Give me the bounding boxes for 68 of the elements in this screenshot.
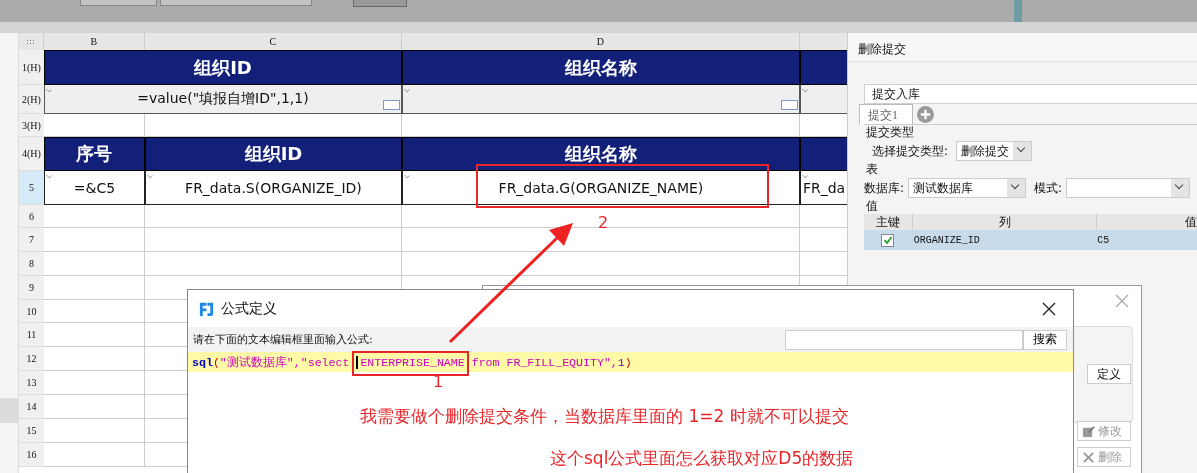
cell-text: 序号 [76, 142, 113, 166]
column-header: 值 [1184, 214, 1197, 230]
row-header[interactable]: 11 [18, 323, 44, 347]
annotation-note: 我需要做个删除提交条件，当数据库里面的 1=2 时就不可以提交 [360, 405, 849, 428]
field-label: 选择提交类型: [872, 142, 949, 160]
field-label: 数据库: [864, 179, 905, 197]
row-header[interactable]: 14 [18, 395, 44, 419]
name-field[interactable]: 提交入库 [864, 84, 1197, 104]
search-button[interactable]: 搜索 [1023, 329, 1067, 350]
widget-icon [780, 100, 798, 110]
toolbar-button[interactable] [353, 0, 407, 7]
side-tab[interactable] [0, 398, 18, 423]
cell-text: =&C5 [73, 179, 116, 196]
row-header[interactable]: 7 [18, 228, 44, 252]
row-header[interactable]: 4(H) [18, 137, 44, 171]
dialog-title: 公式定义 [221, 299, 277, 318]
section-label: 表 [866, 162, 879, 177]
add-icon[interactable] [917, 105, 934, 123]
field-label: 模式: [1034, 179, 1063, 197]
row-header[interactable]: 15 [18, 419, 44, 443]
column-header[interactable]: D [401, 33, 800, 50]
cell-text: 组织名称 [564, 142, 637, 166]
table-cell-text: C5 [1097, 233, 1111, 248]
select-all-corner[interactable] [18, 33, 44, 50]
database-dropdown[interactable]: 测试数据库 [908, 178, 1027, 198]
prompt-text: 请在下面的文本编辑框里面输入公式: [193, 332, 373, 347]
row-header[interactable]: 2(H) [18, 85, 44, 114]
mode-dropdown[interactable] [1066, 178, 1191, 198]
row-header[interactable]: 6 [18, 205, 44, 228]
row-header[interactable]: 5 [18, 171, 44, 205]
annotation-number: 2 [598, 213, 609, 232]
checkbox[interactable] [881, 233, 895, 247]
close-icon[interactable] [1042, 301, 1056, 316]
logo-icon [198, 300, 215, 317]
section-label: 值 [866, 199, 879, 214]
cell-text: =value("填报自增ID",1,1) [137, 90, 309, 108]
widget-icon [382, 100, 400, 110]
row-header[interactable]: 3(H) [18, 114, 44, 137]
cell-text: FR_data.S(ORGANIZE_ID) [185, 179, 362, 196]
table-cell-text: ORGANIZE_ID [912, 233, 981, 248]
column-header[interactable]: C [144, 33, 402, 50]
row-header[interactable]: 12 [18, 347, 44, 371]
submit-tab[interactable]: 提交1 [859, 104, 913, 124]
search-field[interactable] [785, 329, 1023, 350]
cell-text: 组织ID [244, 142, 303, 166]
toolbar-field[interactable] [80, 0, 157, 6]
cell-text: FR_da [802, 179, 846, 196]
column-header[interactable]: B [43, 33, 145, 50]
edit-icon [1082, 424, 1095, 438]
table-row[interactable]: ORGANIZE_ID C5 [864, 230, 1197, 250]
row-header[interactable]: 10 [18, 300, 44, 323]
column-header[interactable] [799, 33, 847, 50]
row-header[interactable]: 9 [18, 276, 44, 300]
row-header[interactable]: 16 [18, 443, 44, 467]
panel-title: 删除提交 [848, 33, 1197, 62]
type-dropdown[interactable]: 删除提交 [956, 141, 1033, 161]
cell-text: 组织名称 [564, 55, 637, 80]
cell-text: FR_data.G(ORGANIZE_NAME) [498, 179, 704, 196]
row-header[interactable]: 8 [18, 252, 44, 276]
splitter-handle[interactable] [1014, 0, 1022, 22]
toolbar-field[interactable] [160, 0, 312, 6]
delete-icon [1082, 450, 1095, 464]
row-header[interactable]: 1(H) [18, 50, 44, 85]
dialog-button[interactable]: 定义 [1087, 364, 1131, 384]
row-header[interactable]: 13 [18, 371, 44, 395]
cell-text: 组织ID [194, 55, 252, 80]
section-label: 提交类型 [866, 125, 915, 140]
annotation-note: 这个sql公式里面怎么获取对应D5的数据 [550, 447, 854, 470]
